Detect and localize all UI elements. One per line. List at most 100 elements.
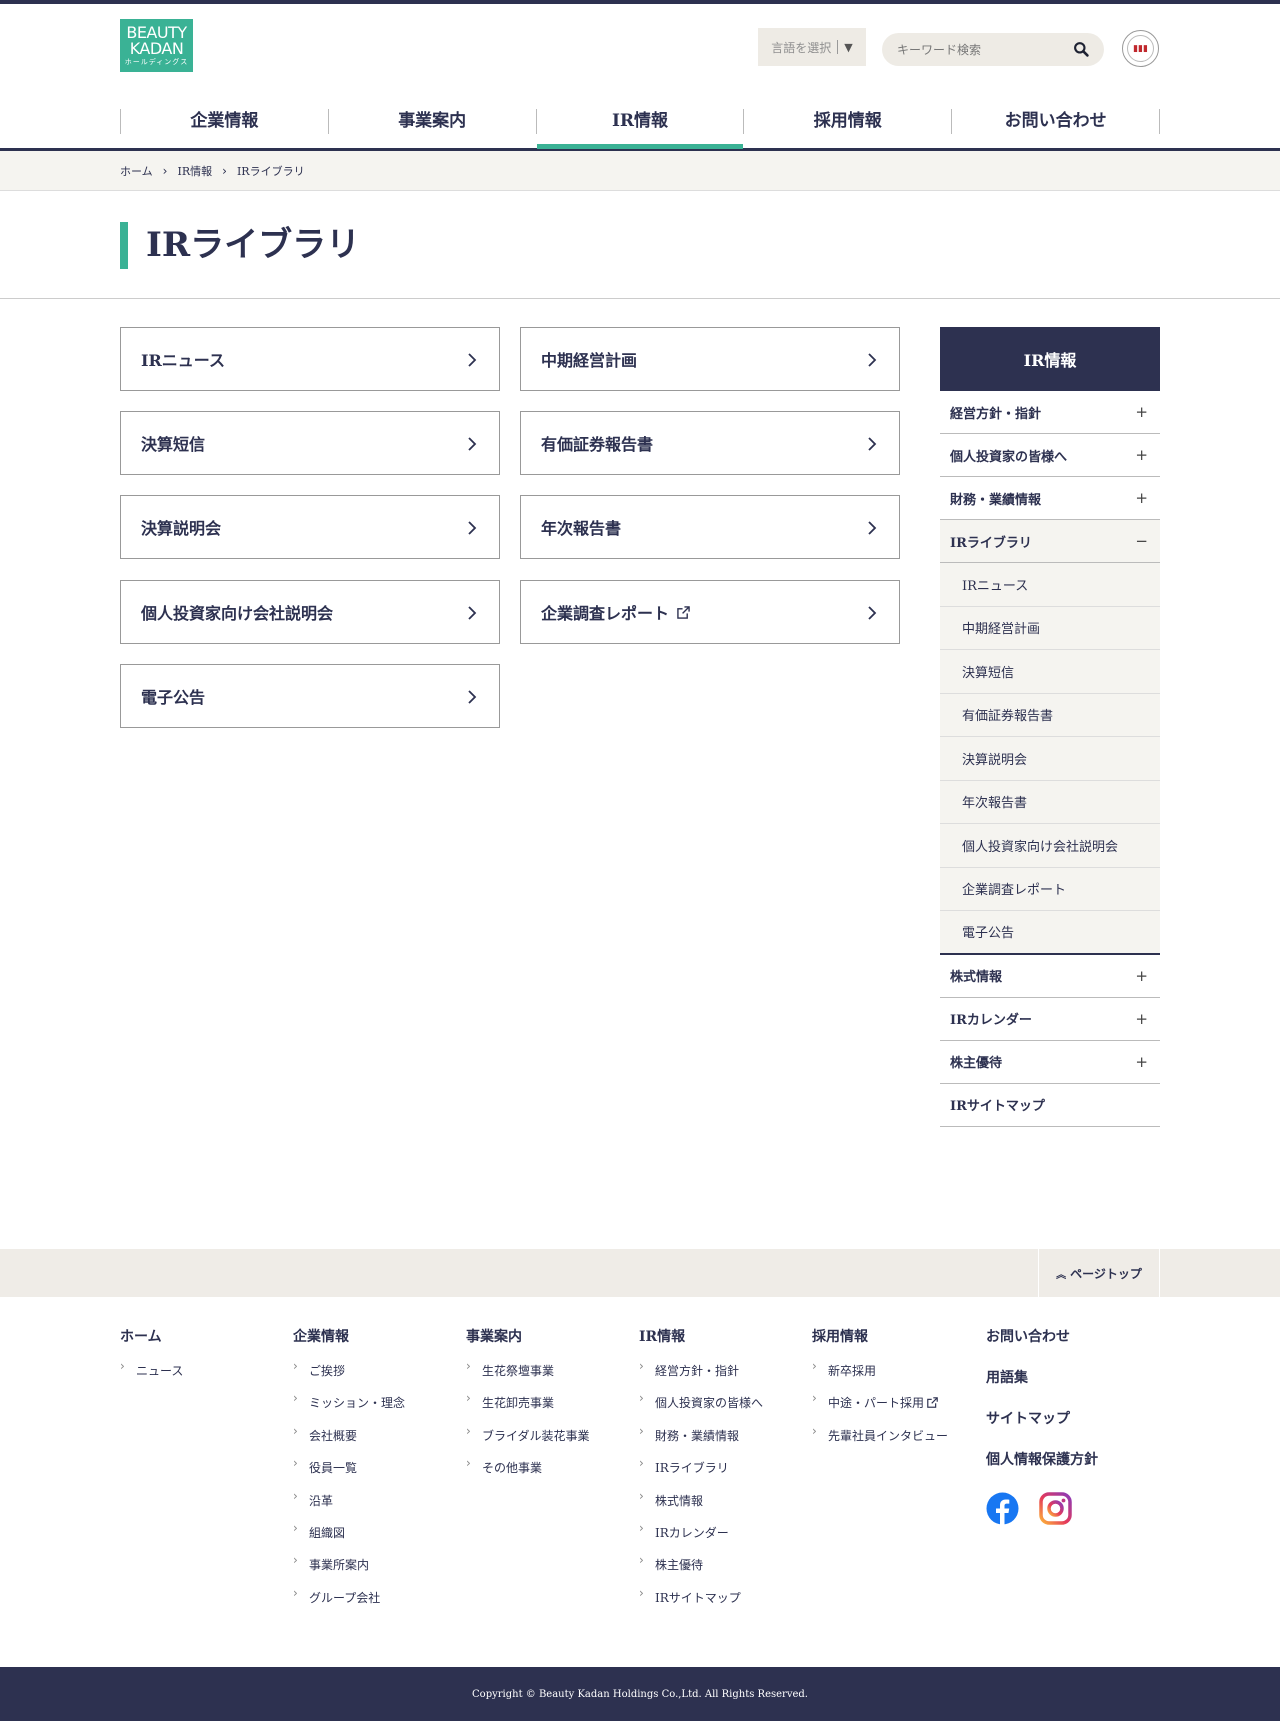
footer-link[interactable]: ブライダル装花事業	[466, 1424, 590, 1443]
card-earnings-summary[interactable]: 決算短信	[120, 411, 500, 475]
beauty-kadan-logo[interactable]: BEAUTY KADAN ホールディングス	[120, 19, 193, 72]
breadcrumb-home[interactable]: ホーム	[120, 163, 153, 179]
chevron-right-icon	[468, 437, 477, 451]
chevron-right-icon	[868, 521, 877, 535]
card-label: 企業調査レポート	[541, 604, 670, 623]
footer-link[interactable]: その他事業	[466, 1456, 590, 1475]
footer-link[interactable]: 役員一覧	[293, 1456, 405, 1475]
sidebar-item-label: 財務・業績情報	[950, 492, 1042, 508]
instagram-icon[interactable]	[1039, 1492, 1072, 1525]
plus-icon[interactable]: +	[1135, 403, 1148, 421]
plus-icon[interactable]: +	[1135, 446, 1148, 464]
language-selector[interactable]: 言語を選択 ▼	[758, 28, 866, 66]
footer-link-contact[interactable]: お問い合わせ	[986, 1328, 1098, 1346]
footer-link[interactable]: IRカレンダー	[639, 1521, 763, 1540]
sidebar-item-individual-investors[interactable]: 個人投資家の皆様へ +	[940, 434, 1160, 477]
breadcrumb-ir[interactable]: IR情報	[177, 163, 212, 179]
footer-link[interactable]: 株式情報	[639, 1489, 763, 1508]
footer-link-glossary[interactable]: 用語集	[986, 1369, 1098, 1387]
sidebar-subitem-ir-news[interactable]: IRニュース	[940, 563, 1160, 607]
plus-icon[interactable]: +	[1135, 1053, 1148, 1071]
nav-item-ir[interactable]: IR情報	[536, 109, 745, 149]
footer-link[interactable]: 生花祭壇事業	[466, 1359, 590, 1378]
footer-col-home: ホーム ニュース	[120, 1328, 183, 1396]
footer-link[interactable]: 新卒採用	[812, 1359, 948, 1378]
sidebar-subitem-annual-report[interactable]: 年次報告書	[940, 780, 1160, 824]
sidebar-subitem-securities-report[interactable]: 有価証券報告書	[940, 693, 1160, 737]
card-individual-investor-briefing[interactable]: 個人投資家向け会社説明会	[120, 580, 500, 644]
footer-link[interactable]: 株主優待	[639, 1553, 763, 1572]
sidebar-item-ir-library[interactable]: IRライブラリ −	[940, 520, 1160, 563]
page-top-button[interactable]: ︽ ページトップ	[1038, 1249, 1160, 1297]
chevron-right-icon	[468, 353, 477, 367]
language-selector-divider	[837, 40, 839, 54]
facebook-icon[interactable]	[986, 1492, 1019, 1525]
footer-link[interactable]: 生花卸売事業	[466, 1391, 590, 1410]
footer-heading[interactable]: ホーム	[120, 1328, 183, 1346]
external-link-icon	[677, 605, 691, 619]
footer-link[interactable]: ご挨拶	[293, 1359, 405, 1378]
sidebar-subitem-electronic-notice[interactable]: 電子公告	[940, 911, 1160, 955]
card-annual-report[interactable]: 年次報告書	[520, 495, 900, 559]
footer-link[interactable]: グループ会社	[293, 1586, 405, 1605]
plus-icon[interactable]: +	[1135, 1010, 1148, 1028]
footer-link[interactable]: 財務・業績情報	[639, 1424, 763, 1443]
footer-link[interactable]: 中途・パート採用	[812, 1391, 948, 1410]
site-header: BEAUTY KADAN ホールディングス 言語を選択 ▼ ▮▮▮	[0, 4, 1280, 84]
footer-link-privacy[interactable]: 個人情報保護方針	[986, 1451, 1098, 1469]
footer-col-company: 企業情報 ご挨拶 ミッション・理念 会社概要 役員一覧 沿革 組織図 事業所案内…	[293, 1328, 405, 1623]
footer-link[interactable]: IRサイトマップ	[639, 1586, 763, 1605]
footer-heading[interactable]: IR情報	[639, 1328, 763, 1346]
page-top-band: ︽ ページトップ	[0, 1249, 1280, 1297]
footer-heading[interactable]: 企業情報	[293, 1328, 405, 1346]
sidebar-item-policy[interactable]: 経営方針・指針 +	[940, 391, 1160, 434]
sidebar-subitem-research-report[interactable]: 企業調査レポート	[940, 867, 1160, 911]
nav-item-contact[interactable]: お問い合わせ	[952, 109, 1160, 134]
footer-link[interactable]: 個人投資家の皆様へ	[639, 1391, 763, 1410]
sidebar-item-ir-sitemap[interactable]: IRサイトマップ	[940, 1083, 1160, 1127]
footer-heading[interactable]: 事業案内	[466, 1328, 590, 1346]
sidebar-item-shareholder-benefits[interactable]: 株主優待 +	[940, 1040, 1160, 1084]
sidebar-subitem-earnings-summary[interactable]: 決算短信	[940, 650, 1160, 694]
sidebar-subitem-individual-briefing[interactable]: 個人投資家向け会社説明会	[940, 824, 1160, 868]
nav-item-recruit[interactable]: 採用情報	[744, 109, 953, 134]
footer-link-sitemap[interactable]: サイトマップ	[986, 1410, 1098, 1428]
nav-item-company[interactable]: 企業情報	[121, 109, 329, 134]
sidebar-item-financial[interactable]: 財務・業績情報 +	[940, 477, 1160, 520]
card-earnings-briefing[interactable]: 決算説明会	[120, 495, 500, 559]
certification-badge-icon[interactable]: ▮▮▮	[1122, 30, 1159, 67]
plus-icon[interactable]: +	[1135, 967, 1148, 985]
search-input[interactable]	[882, 33, 1052, 66]
footer-link[interactable]: 組織図	[293, 1521, 405, 1540]
footer-link[interactable]: ミッション・理念	[293, 1391, 405, 1410]
footer-link[interactable]: 事業所案内	[293, 1553, 405, 1572]
footer-col-ir: IR情報 経営方針・指針 個人投資家の皆様へ 財務・業績情報 IRライブラリ 株…	[639, 1328, 763, 1623]
sidebar-item-label: IRライブラリ	[950, 535, 1032, 551]
nav-item-business[interactable]: 事業案内	[329, 109, 537, 134]
sidebar-item-ir-calendar[interactable]: IRカレンダー +	[940, 997, 1160, 1041]
footer-link[interactable]: ニュース	[120, 1359, 183, 1378]
sidebar-subitem-earnings-briefing[interactable]: 決算説明会	[940, 737, 1160, 781]
card-midterm-plan[interactable]: 中期経営計画	[520, 327, 900, 391]
footer-link[interactable]: 沿革	[293, 1489, 405, 1508]
card-securities-report[interactable]: 有価証券報告書	[520, 411, 900, 475]
sidebar-heading[interactable]: IR情報	[940, 327, 1160, 391]
card-electronic-notice[interactable]: 電子公告	[120, 664, 500, 728]
footer-link[interactable]: 経営方針・指針	[639, 1359, 763, 1378]
footer-link[interactable]: IRライブラリ	[639, 1456, 763, 1475]
sidebar-item-stock-info[interactable]: 株式情報 +	[940, 954, 1160, 998]
card-label: IRニュース	[141, 351, 225, 370]
footer-heading[interactable]: 採用情報	[812, 1328, 948, 1346]
footer-link[interactable]: 先輩社員インタビュー	[812, 1424, 948, 1443]
card-company-research-report[interactable]: 企業調査レポート	[520, 580, 900, 644]
card-label: 決算説明会	[141, 519, 222, 538]
plus-icon[interactable]: +	[1135, 489, 1148, 507]
certification-badge-inner: ▮▮▮	[1127, 35, 1154, 62]
sidebar-subitem-midterm-plan[interactable]: 中期経営計画	[940, 606, 1160, 650]
breadcrumb-current: IRライブラリ	[236, 164, 305, 178]
minus-icon[interactable]: −	[1135, 532, 1148, 550]
card-ir-news[interactable]: IRニュース	[120, 327, 500, 391]
search-icon[interactable]	[1073, 41, 1090, 58]
sidebar-item-label: 株式情報	[950, 970, 1003, 985]
footer-link[interactable]: 会社概要	[293, 1424, 405, 1443]
